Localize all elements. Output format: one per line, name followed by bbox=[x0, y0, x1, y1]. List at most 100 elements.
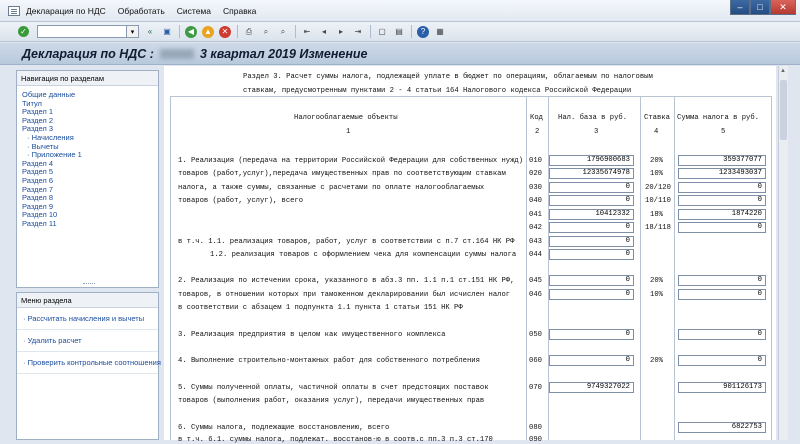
last-page-icon[interactable]: ⇥ bbox=[352, 26, 364, 38]
tax-base-field[interactable]: 10412332 bbox=[549, 209, 634, 220]
tax-amount-field[interactable]: 0 bbox=[678, 182, 766, 193]
minimize-icon[interactable]: – bbox=[730, 0, 750, 15]
nav-header: Навигация по разделам bbox=[17, 71, 158, 86]
toolbar-separator bbox=[370, 25, 371, 38]
back-arrow-icon[interactable]: ◀ bbox=[185, 25, 197, 38]
form-heading-line-2: ставкам, предусмотренным пунктами 2 - 4 … bbox=[243, 87, 632, 95]
scroll-up-icon[interactable]: ▲ bbox=[780, 68, 786, 74]
splitter-handle[interactable] bbox=[83, 283, 95, 287]
row-description: налога, а также суммы, связанные с расче… bbox=[178, 184, 485, 192]
nav-item-section-11[interactable]: Раздел 11 bbox=[22, 219, 153, 229]
row-code: 020 bbox=[529, 170, 542, 178]
form-heading-line-1: Раздел 3. Расчет суммы налога, подлежаще… bbox=[243, 73, 653, 81]
prev-page-icon[interactable]: ◂ bbox=[318, 26, 330, 38]
row-code: 046 bbox=[529, 291, 542, 299]
toolbar: ✓ ▾ « ▣ ◀ ▲ ✕ ⎙ ⌕ ⌕ ⇤ ◂ ▸ ⇥ ▢ ▤ ? ▦ bbox=[0, 22, 800, 42]
delete-calculation-link[interactable]: · Удалить расчет bbox=[17, 330, 158, 352]
check-control-ratios-link[interactable]: · Проверить контрольные соотношения bbox=[17, 352, 161, 374]
tax-base-field[interactable]: 0 bbox=[549, 275, 634, 286]
row-description: 5. Суммы полученной оплаты, частичной оп… bbox=[178, 384, 489, 392]
first-page-icon[interactable]: ⇤ bbox=[301, 26, 313, 38]
row-rate: 20% bbox=[650, 277, 663, 285]
row-rate: 18% bbox=[650, 211, 663, 219]
layout-icon[interactable]: ▦ bbox=[434, 26, 446, 38]
column-number-5: 5 bbox=[721, 128, 726, 136]
row-rate: 20/120 bbox=[645, 184, 671, 192]
tax-amount-field[interactable]: 0 bbox=[678, 195, 766, 206]
tax-amount-field[interactable]: 0 bbox=[678, 329, 766, 340]
save-icon[interactable]: ▣ bbox=[161, 26, 173, 38]
toolbar-separator bbox=[237, 25, 238, 38]
tax-base-field[interactable]: 0 bbox=[549, 355, 634, 366]
tax-base-field[interactable]: 0 bbox=[549, 236, 634, 247]
table-left-border bbox=[170, 96, 171, 440]
redacted-company bbox=[159, 48, 194, 59]
close-icon[interactable]: ✕ bbox=[770, 0, 796, 15]
row-code: 040 bbox=[529, 197, 542, 205]
find-next-icon[interactable]: ⌕ bbox=[277, 26, 289, 38]
row-description: в т.ч. 1.1. реализация товаров, работ, у… bbox=[178, 238, 515, 246]
title-suffix: 3 квартал 2019 Изменение bbox=[199, 46, 368, 61]
tax-base-field[interactable]: 12335674978 bbox=[549, 168, 634, 179]
tax-amount-field[interactable]: 359377077 bbox=[678, 155, 766, 166]
tax-base-field[interactable]: 0 bbox=[549, 289, 634, 300]
tax-amount-field[interactable]: 6822753 bbox=[678, 422, 766, 433]
row-rate: 20% bbox=[650, 357, 663, 365]
tax-amount-field[interactable]: 0 bbox=[678, 289, 766, 300]
menu-item-system[interactable]: Система bbox=[177, 6, 211, 16]
row-description: 2. Реализация по истечении срока, указан… bbox=[178, 277, 515, 285]
chevron-down-icon[interactable]: ▾ bbox=[127, 25, 139, 38]
calculate-accruals-link[interactable]: · Рассчитать начисления и вычеты bbox=[17, 308, 158, 330]
next-page-icon[interactable]: ▸ bbox=[335, 26, 347, 38]
tax-amount-field[interactable]: 0 bbox=[678, 275, 766, 286]
row-code: 043 bbox=[529, 238, 542, 246]
app-menu-icon[interactable] bbox=[8, 5, 20, 16]
row-description: 3. Реализация предприятия в целом как им… bbox=[178, 331, 446, 339]
row-description: товаров (выполнения работ, оказания услу… bbox=[178, 397, 485, 405]
check-icon[interactable]: ✓ bbox=[18, 26, 29, 37]
back-icon[interactable]: « bbox=[144, 26, 156, 38]
tax-amount-field[interactable]: 0 bbox=[678, 355, 766, 366]
row-description: в т.ч. 6.1. суммы налога, подлежат. восс… bbox=[178, 436, 493, 444]
menu-item-help[interactable]: Справка bbox=[223, 6, 256, 16]
cancel-icon[interactable]: ✕ bbox=[219, 25, 231, 38]
scroll-thumb[interactable] bbox=[780, 80, 787, 140]
tax-base-field[interactable]: 0 bbox=[549, 329, 634, 340]
tax-base-field[interactable]: 1796900683 bbox=[549, 155, 634, 166]
tax-amount-field[interactable]: 1874220 bbox=[678, 209, 766, 220]
tax-amount-field[interactable]: 0 bbox=[678, 222, 766, 233]
window-controls: – □ ✕ bbox=[730, 0, 796, 15]
find-icon[interactable]: ⌕ bbox=[260, 26, 272, 38]
vertical-scrollbar[interactable]: ▲ bbox=[778, 66, 788, 440]
menu-item-declaration[interactable]: Декларация по НДС bbox=[26, 6, 106, 16]
tax-base-field[interactable]: 0 bbox=[549, 182, 634, 193]
column-header-objects: Налогооблагаемые объекты bbox=[294, 114, 398, 122]
tax-base-field[interactable]: 0 bbox=[549, 249, 634, 260]
column-divider-rate bbox=[640, 96, 641, 440]
command-input[interactable] bbox=[37, 25, 127, 38]
column-number-4: 4 bbox=[654, 128, 659, 136]
tax-amount-field[interactable]: 901126173 bbox=[678, 382, 766, 393]
tax-base-field[interactable]: 0 bbox=[549, 195, 634, 206]
section-menu-header: Меню раздела bbox=[17, 293, 158, 308]
row-description: 6. Суммы налога, подлежащие восстановлен… bbox=[178, 424, 390, 432]
tax-amount-field[interactable]: 1233493037 bbox=[678, 168, 766, 179]
row-description: в соответствии с абзацем 1 подпункта 1.1… bbox=[178, 304, 463, 312]
tax-base-field[interactable]: 0 bbox=[549, 222, 634, 233]
menu-item-process[interactable]: Обработать bbox=[118, 6, 165, 16]
new-session-icon[interactable]: ▢ bbox=[376, 26, 388, 38]
column-number-2: 2 bbox=[535, 128, 540, 136]
row-code: 090 bbox=[529, 436, 542, 444]
tax-base-field[interactable]: 9749327022 bbox=[549, 382, 634, 393]
menu-bar: Декларация по НДС Обработать Система Спр… bbox=[0, 0, 800, 22]
column-divider-code bbox=[526, 96, 527, 440]
section-navigation: Навигация по разделам Общие данные Титул… bbox=[16, 70, 159, 288]
shortcut-icon[interactable]: ▤ bbox=[393, 26, 405, 38]
exit-icon[interactable]: ▲ bbox=[202, 25, 214, 38]
help-icon[interactable]: ? bbox=[417, 25, 429, 38]
row-code: 042 bbox=[529, 224, 542, 232]
column-header-rate: Ставка bbox=[644, 114, 670, 122]
maximize-icon[interactable]: □ bbox=[750, 0, 770, 15]
print-icon[interactable]: ⎙ bbox=[243, 26, 255, 38]
row-rate: 10/110 bbox=[645, 197, 671, 205]
